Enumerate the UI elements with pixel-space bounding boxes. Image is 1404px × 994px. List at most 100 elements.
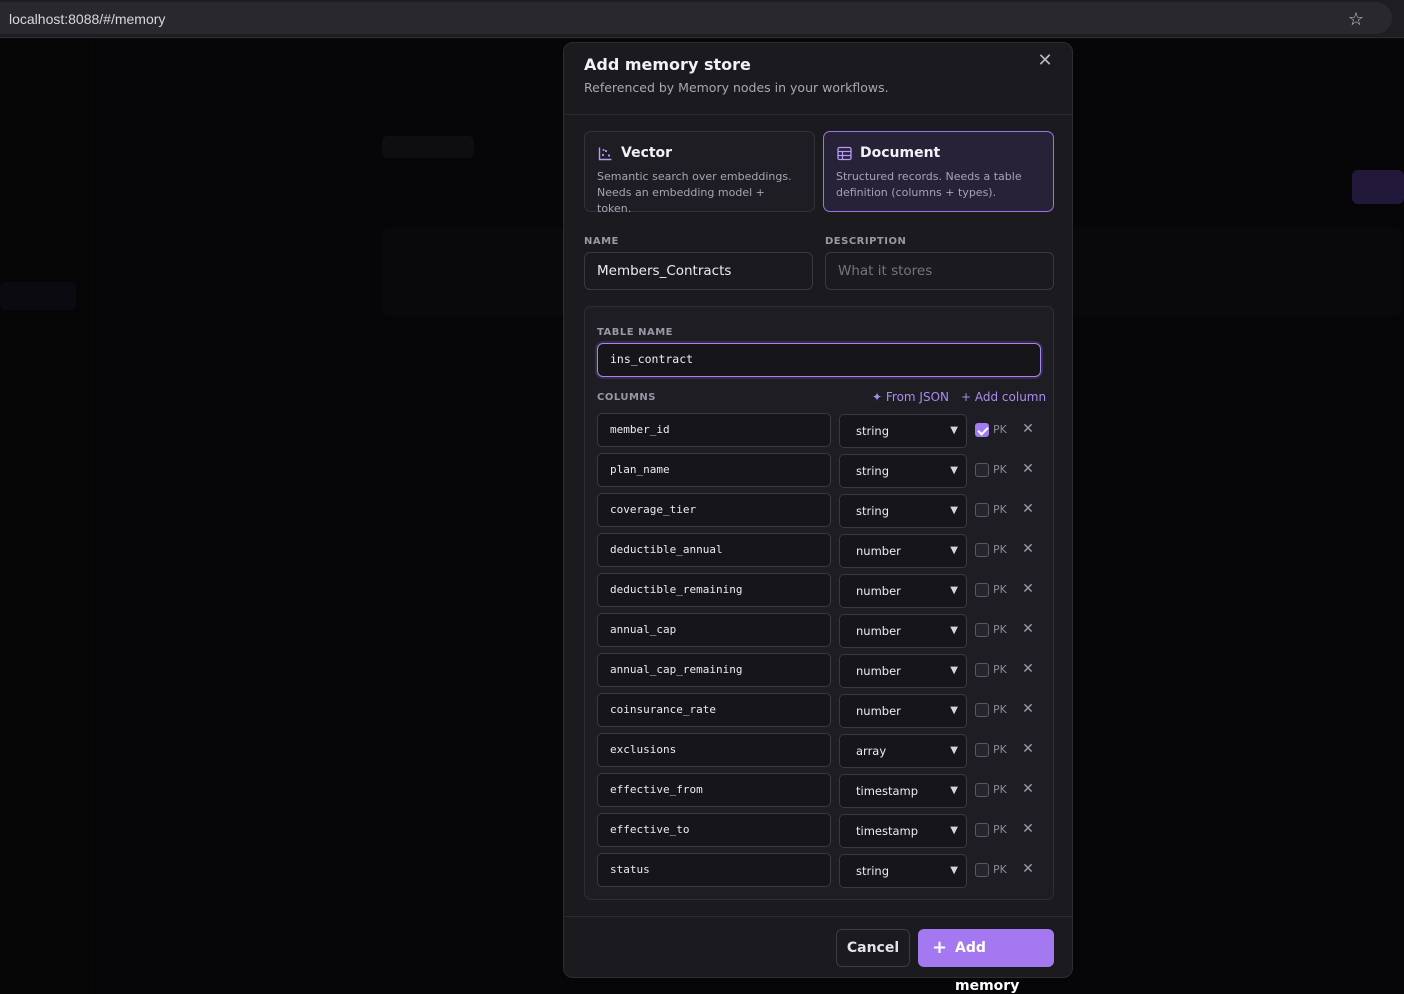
column-type-value: string (856, 464, 890, 478)
column-name-input[interactable]: coverage_tier (597, 493, 831, 527)
column-type-value: number (856, 664, 901, 678)
pk-checkbox[interactable] (975, 703, 989, 717)
remove-column-icon[interactable]: ✕ (1021, 821, 1035, 837)
from-json-button[interactable]: ✦ From JSON (872, 390, 949, 404)
pk-checkbox[interactable] (975, 423, 989, 437)
pk-label: PK (993, 863, 1007, 876)
pk-label: PK (993, 663, 1007, 676)
chevron-down-icon: ▼ (950, 865, 958, 876)
pk-label: PK (993, 743, 1007, 756)
column-type-select[interactable]: timestamp ▼ (839, 774, 967, 808)
column-name-input[interactable]: exclusions (597, 733, 831, 767)
type-card-desc: Semantic search over embeddings. Needs a… (597, 170, 792, 215)
remove-column-icon[interactable]: ✕ (1021, 701, 1035, 717)
description-input[interactable]: What it stores (825, 252, 1054, 290)
pk-checkbox[interactable] (975, 663, 989, 677)
bookmark-star-icon[interactable]: ☆ (1345, 9, 1367, 31)
column-type-select[interactable]: string ▼ (839, 494, 967, 528)
name-label: NAME (584, 236, 619, 247)
remove-column-icon[interactable]: ✕ (1021, 741, 1035, 757)
remove-column-icon[interactable]: ✕ (1021, 501, 1035, 517)
pk-checkbox[interactable] (975, 463, 989, 477)
column-type-select[interactable]: number ▼ (839, 534, 967, 568)
chevron-down-icon: ▼ (950, 465, 958, 476)
name-input[interactable]: Members_Contracts (584, 252, 813, 290)
column-type-select[interactable]: array ▼ (839, 734, 967, 768)
column-type-value: number (856, 584, 901, 598)
pk-checkbox[interactable] (975, 543, 989, 557)
column-type-value: timestamp (856, 784, 919, 798)
remove-column-icon[interactable]: ✕ (1021, 461, 1035, 477)
column-type-select[interactable]: string ▼ (839, 854, 967, 888)
column-row: effective_from timestamp ▼ PK ✕ (597, 773, 1043, 808)
table-icon (837, 146, 852, 161)
remove-column-icon[interactable]: ✕ (1021, 621, 1035, 637)
remove-column-icon[interactable]: ✕ (1021, 781, 1035, 797)
column-row: deductible_remaining number ▼ PK ✕ (597, 573, 1043, 608)
column-name-input[interactable]: deductible_remaining (597, 573, 831, 607)
pk-checkbox[interactable] (975, 623, 989, 637)
column-name-input[interactable]: coinsurance_rate (597, 693, 831, 727)
add-memory-button[interactable]: + Add memory (918, 929, 1054, 994)
column-type-select[interactable]: number ▼ (839, 694, 967, 728)
column-name-input[interactable]: member_id (597, 413, 831, 447)
pk-checkbox[interactable] (975, 823, 989, 837)
column-row: annual_cap number ▼ PK ✕ (597, 613, 1043, 648)
column-type-value: number (856, 704, 901, 718)
chevron-down-icon: ▼ (950, 625, 958, 636)
column-type-select[interactable]: string ▼ (839, 454, 967, 488)
chevron-down-icon: ▼ (950, 705, 958, 716)
add-column-button[interactable]: + Add column (961, 390, 1046, 404)
remove-column-icon[interactable]: ✕ (1021, 421, 1035, 437)
column-type-value: array (856, 744, 887, 758)
chevron-down-icon: ▼ (950, 825, 958, 836)
column-type-select[interactable]: timestamp ▼ (839, 814, 967, 848)
remove-column-icon[interactable]: ✕ (1021, 661, 1035, 677)
pk-checkbox[interactable] (975, 863, 989, 877)
pk-checkbox[interactable] (975, 743, 989, 757)
remove-column-icon[interactable]: ✕ (1021, 541, 1035, 557)
column-name-input[interactable]: annual_cap_remaining (597, 653, 831, 687)
column-type-select[interactable]: number ▼ (839, 654, 967, 688)
pk-label: PK (993, 623, 1007, 636)
header-divider (564, 114, 1072, 115)
chevron-down-icon: ▼ (950, 745, 958, 756)
type-card-document[interactable]: Document Structured records. Needs a tab… (823, 131, 1054, 212)
address-bar[interactable]: localhost:8088/#/memory ☆ (0, 2, 1392, 34)
remove-column-icon[interactable]: ✕ (1021, 581, 1035, 597)
close-icon[interactable]: ✕ (1034, 51, 1056, 73)
column-type-value: string (856, 504, 890, 518)
table-name-input[interactable]: ins_contract (597, 343, 1041, 377)
column-name-input[interactable]: status (597, 853, 831, 887)
pk-label: PK (993, 823, 1007, 836)
scatter-chart-icon (598, 147, 612, 161)
remove-column-icon[interactable]: ✕ (1021, 861, 1035, 877)
pk-label: PK (993, 583, 1007, 596)
column-row: member_id string ▼ PK ✕ (597, 413, 1043, 448)
type-card-title: Document (860, 145, 941, 161)
column-row: plan_name string ▼ PK ✕ (597, 453, 1043, 488)
chevron-down-icon: ▼ (950, 785, 958, 796)
chevron-down-icon: ▼ (950, 505, 958, 516)
table-definition-panel: TABLE NAME ins_contract COLUMNS ✦ From J… (584, 306, 1054, 900)
column-name-input[interactable]: effective_to (597, 813, 831, 847)
column-name-input[interactable]: effective_from (597, 773, 831, 807)
column-type-value: number (856, 544, 901, 558)
pk-checkbox[interactable] (975, 503, 989, 517)
chevron-down-icon: ▼ (950, 665, 958, 676)
cancel-button[interactable]: Cancel (836, 929, 910, 967)
chevron-down-icon: ▼ (950, 425, 958, 436)
column-name-input[interactable]: deductible_annual (597, 533, 831, 567)
column-type-select[interactable]: number ▼ (839, 574, 967, 608)
pk-checkbox[interactable] (975, 583, 989, 597)
type-card-vector[interactable]: Vector Semantic search over embeddings. … (584, 131, 815, 215)
column-row: deductible_annual number ▼ PK ✕ (597, 533, 1043, 568)
column-name-input[interactable]: plan_name (597, 453, 831, 487)
description-label: DESCRIPTION (825, 236, 907, 247)
url-text[interactable]: localhost:8088/#/memory (9, 11, 165, 27)
column-type-select[interactable]: number ▼ (839, 614, 967, 648)
pk-checkbox[interactable] (975, 783, 989, 797)
column-type-select[interactable]: string ▼ (839, 414, 967, 448)
plus-icon: + (932, 937, 948, 958)
column-name-input[interactable]: annual_cap (597, 613, 831, 647)
